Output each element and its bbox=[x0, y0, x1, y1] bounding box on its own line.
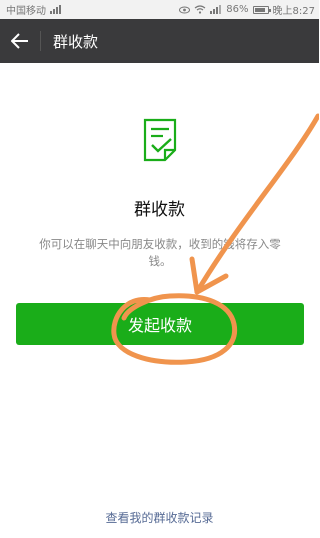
status-left: 中国移动 bbox=[6, 2, 64, 17]
wifi-icon bbox=[194, 5, 206, 14]
mobile-signal-icon bbox=[210, 5, 222, 14]
collection-history-link[interactable]: 查看我的群收款记录 bbox=[0, 509, 319, 526]
nav-bar: 群收款 bbox=[0, 19, 319, 63]
page-title: 群收款 bbox=[53, 32, 99, 51]
back-button[interactable] bbox=[0, 19, 40, 63]
signal-icon bbox=[50, 5, 61, 14]
feature-description: 你可以在聊天中向朋友收款，收到的钱将存入零钱。 bbox=[39, 237, 281, 268]
main-content: 群收款 你可以在聊天中向朋友收款，收到的钱将存入零钱。 发起收款 查看我的群收款… bbox=[0, 63, 319, 538]
nav-divider bbox=[40, 31, 41, 51]
carrier-label: 中国移动 bbox=[6, 6, 46, 17]
arrow-left-icon bbox=[11, 33, 28, 49]
battery-percent: 86% bbox=[226, 4, 249, 15]
battery-icon bbox=[252, 5, 271, 14]
clock: 晚上8:27 bbox=[272, 6, 315, 17]
feature-title: 群收款 bbox=[134, 200, 185, 220]
eye-icon bbox=[179, 6, 191, 13]
status-bar: 中国移动 86% 晚上8:27 bbox=[0, 0, 319, 19]
battery-fill bbox=[254, 7, 265, 12]
status-right: 86% 晚上8:27 bbox=[179, 2, 315, 17]
start-collection-button[interactable]: 发起收款 bbox=[16, 303, 304, 345]
document-check-icon bbox=[143, 118, 177, 162]
